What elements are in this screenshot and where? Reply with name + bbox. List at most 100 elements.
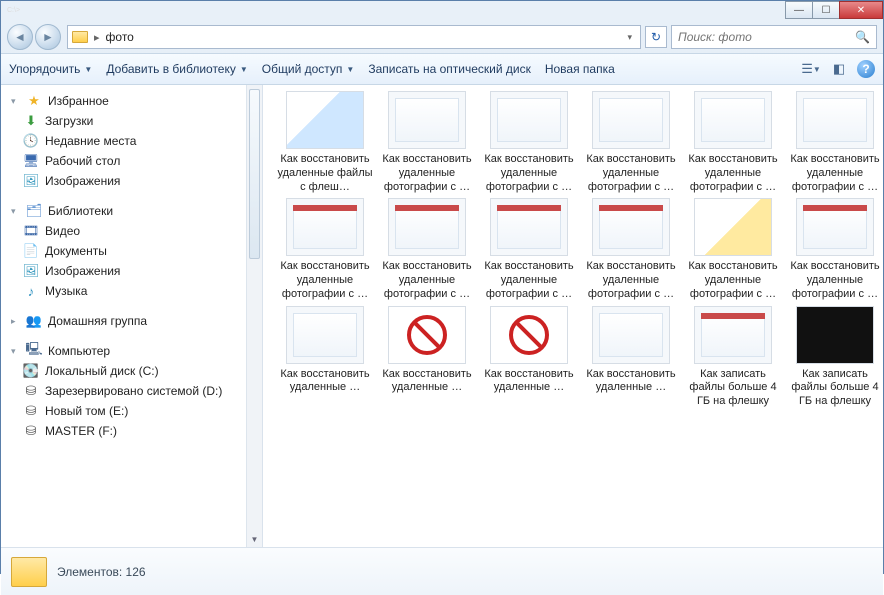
file-item[interactable]: Как восстановить удаленные … — [583, 306, 679, 409]
expand-icon: ▸ — [11, 316, 20, 327]
file-label: Как восстановить удаленные фотографии с … — [787, 153, 883, 194]
sidebar-item-videos[interactable]: 🎞Видео — [1, 221, 262, 241]
sidebar-item-drive-f[interactable]: ⛁MASTER (F:) — [1, 421, 262, 441]
refresh-button[interactable]: ↻ — [645, 26, 667, 48]
computer-icon: 🖳 — [26, 343, 42, 359]
address-bar[interactable]: ▸ фото ▾ — [67, 25, 641, 49]
nav-buttons: ◄ ► — [7, 24, 63, 50]
file-item[interactable]: Как восстановить удаленные фотографии с … — [379, 198, 475, 301]
new-folder-button[interactable]: Новая папка — [545, 62, 615, 76]
sidebar-item-documents[interactable]: 📄Документы — [1, 241, 262, 261]
sidebar-head-libraries[interactable]: ▾🗂Библиотеки — [1, 201, 262, 221]
chevron-down-icon: ▼ — [346, 65, 354, 74]
thumbnail-image — [694, 91, 772, 149]
forward-button[interactable]: ► — [35, 24, 61, 50]
scroll-down-icon[interactable]: ▼ — [247, 531, 262, 547]
sidebar-item-desktop[interactable]: 🖥Рабочий стол — [1, 151, 262, 171]
file-item[interactable]: Как восстановить удаленные … — [481, 306, 577, 409]
sidebar-item-drive-c[interactable]: 💽Локальный диск (C:) — [1, 361, 262, 381]
file-item[interactable]: Как восстановить удаленные фотографии с … — [685, 198, 781, 301]
file-item[interactable]: Как записать файлы больше 4 ГБ на флешку — [685, 306, 781, 409]
file-item[interactable]: Как восстановить удаленные … — [379, 306, 475, 409]
file-item[interactable]: Как восстановить удаленные фотографии с … — [277, 198, 373, 301]
address-dropdown-icon[interactable]: ▾ — [623, 32, 636, 43]
add-to-library-button[interactable]: Добавить в библиотеку▼ — [106, 62, 247, 76]
body: ▾★Избранное ⬇Загрузки 🕓Недавние места 🖥Р… — [1, 85, 883, 547]
thumbnail-image — [796, 306, 874, 364]
sidebar-scrollbar[interactable]: ▲ ▼ — [246, 85, 262, 547]
maximize-button[interactable]: ☐ — [812, 1, 840, 19]
thumbnail-image — [286, 91, 364, 149]
nav-row: ◄ ► ▸ фото ▾ ↻ 🔍 — [1, 21, 883, 53]
collapse-icon: ▾ — [11, 346, 20, 357]
file-label: Как восстановить удаленные фотографии с … — [583, 153, 679, 194]
sidebar-head-favorites[interactable]: ▾★Избранное — [1, 91, 262, 111]
file-item[interactable]: Как восстановить удаленные файлы с флеш… — [277, 91, 373, 194]
sidebar-item-music[interactable]: ♪Музыка — [1, 281, 262, 301]
help-button[interactable]: ? — [857, 60, 875, 78]
burn-button[interactable]: Записать на оптический диск — [368, 62, 531, 76]
close-button[interactable]: ✕ — [839, 1, 883, 19]
breadcrumb-current[interactable]: фото — [106, 30, 134, 44]
file-label: Как восстановить удаленные фотографии с … — [685, 260, 781, 301]
minimize-button[interactable]: — — [785, 1, 813, 19]
thumbnail-image — [388, 198, 466, 256]
file-item[interactable]: Как восстановить удаленные фотографии с … — [379, 91, 475, 194]
sidebar-group-favorites: ▾★Избранное ⬇Загрузки 🕓Недавние места 🖥Р… — [1, 91, 262, 191]
downloads-icon: ⬇ — [23, 113, 39, 129]
thumbnail-image — [694, 306, 772, 364]
sidebar-item-downloads[interactable]: ⬇Загрузки — [1, 111, 262, 131]
file-label: Как записать файлы больше 4 ГБ на флешку — [787, 368, 883, 409]
sidebar-item-drive-d[interactable]: ⛁Зарезервировано системой (D:) — [1, 381, 262, 401]
homegroup-icon: 👥 — [26, 313, 42, 329]
thumbnail-image — [490, 91, 568, 149]
view-options-button[interactable]: ☰ ▼ — [801, 59, 821, 79]
file-item[interactable]: Как восстановить удаленные … — [277, 306, 373, 409]
chevron-down-icon: ▼ — [84, 65, 92, 74]
search-input[interactable] — [678, 30, 855, 44]
desktop-icon: 🖥 — [23, 153, 39, 169]
sidebar-item-recent[interactable]: 🕓Недавние места — [1, 131, 262, 151]
file-item[interactable]: Как восстановить удаленные фотографии с … — [787, 198, 883, 301]
file-item[interactable]: Как восстановить удаленные фотографии с … — [583, 91, 679, 194]
breadcrumb-separator-icon: ▸ — [94, 31, 100, 44]
toolbar: Упорядочить▼ Добавить в библиотеку▼ Общи… — [1, 53, 883, 85]
thumbnail-image — [286, 306, 364, 364]
sidebar-item-images[interactable]: 🖼Изображения — [1, 261, 262, 281]
file-item[interactable]: Как записать файлы больше 4 ГБ на флешку — [787, 306, 883, 409]
thumbnail-image — [388, 91, 466, 149]
thumbnail-image — [592, 198, 670, 256]
file-label: Как записать файлы больше 4 ГБ на флешку — [685, 368, 781, 409]
documents-icon: 📄 — [23, 243, 39, 259]
file-item[interactable]: Как восстановить удаленные фотографии с … — [685, 91, 781, 194]
back-button[interactable]: ◄ — [7, 24, 33, 50]
file-label: Как восстановить удаленные файлы с флеш… — [277, 153, 373, 194]
file-label: Как восстановить удаленные … — [277, 368, 373, 396]
thumbnail-image — [694, 198, 772, 256]
file-item[interactable]: Как восстановить удаленные фотографии с … — [583, 198, 679, 301]
status-count: Элементов: 126 — [57, 565, 146, 579]
sidebar-group-homegroup: ▸👥Домашняя группа — [1, 311, 262, 331]
file-label: Как восстановить удаленные … — [481, 368, 577, 396]
share-button[interactable]: Общий доступ▼ — [262, 62, 355, 76]
file-label: Как восстановить удаленные фотографии с … — [379, 260, 475, 301]
file-list: Как восстановить удаленные файлы с флеш…… — [263, 85, 883, 547]
sidebar-item-drive-e[interactable]: ⛁Новый том (E:) — [1, 401, 262, 421]
thumbnail-image — [592, 306, 670, 364]
sidebar-item-pictures[interactable]: 🖼Изображения — [1, 171, 262, 191]
file-item[interactable]: Как восстановить удаленные фотографии с … — [481, 91, 577, 194]
organize-button[interactable]: Упорядочить▼ — [9, 62, 92, 76]
status-bar: Элементов: 126 — [1, 547, 883, 595]
sidebar-head-homegroup[interactable]: ▸👥Домашняя группа — [1, 311, 262, 331]
file-item[interactable]: Как восстановить удаленные фотографии с … — [481, 198, 577, 301]
sidebar-head-computer[interactable]: ▾🖳Компьютер — [1, 341, 262, 361]
file-label: Как восстановить удаленные фотографии с … — [277, 260, 373, 301]
file-label: Как восстановить удаленные фотографии с … — [379, 153, 475, 194]
scroll-thumb[interactable] — [249, 89, 260, 259]
pictures-icon: 🖼 — [23, 173, 39, 189]
search-box[interactable]: 🔍 — [671, 25, 877, 49]
file-item[interactable]: Как восстановить удаленные фотографии с … — [787, 91, 883, 194]
file-label: Как восстановить удаленные … — [379, 368, 475, 396]
thumbnail-image — [796, 91, 874, 149]
preview-pane-button[interactable]: ◧ — [829, 59, 849, 79]
